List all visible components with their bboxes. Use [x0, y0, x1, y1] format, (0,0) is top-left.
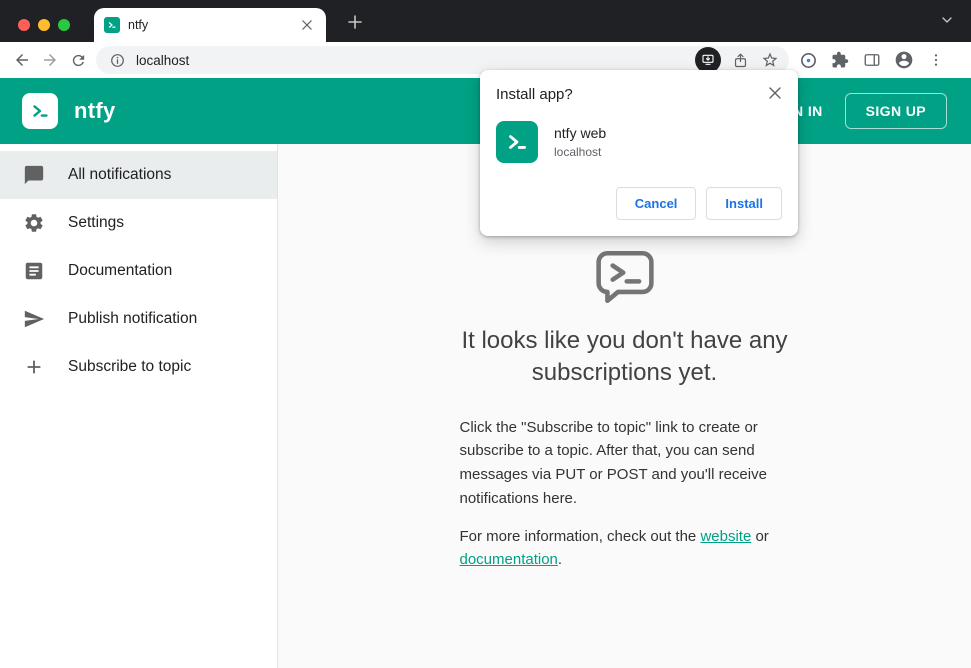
extensions-puzzle-icon[interactable]: [829, 49, 851, 71]
sidebar-item-all-notifications[interactable]: All notifications: [0, 151, 277, 199]
close-window-button[interactable]: [18, 19, 30, 31]
chat-icon: [22, 163, 46, 187]
documentation-link[interactable]: documentation: [460, 551, 558, 568]
sidebar-item-settings[interactable]: Settings: [0, 199, 277, 247]
empty-state-logo-icon: [593, 248, 657, 311]
send-icon: [22, 307, 46, 331]
gear-icon: [22, 211, 46, 235]
tab-close-icon[interactable]: [298, 16, 316, 34]
more-info-prefix: For more information, check out the: [459, 527, 701, 545]
sidebar-item-documentation[interactable]: Documentation: [0, 247, 277, 295]
dialog-app-name: ntfy web: [554, 125, 607, 141]
profile-avatar[interactable]: [893, 49, 915, 71]
browser-menu-kebab-icon[interactable]: [925, 49, 947, 71]
tab-title: ntfy: [128, 18, 149, 32]
dialog-close-icon[interactable]: [765, 83, 785, 103]
bookmark-star-icon[interactable]: [759, 49, 781, 71]
dialog-app-info: ntfy web localhost: [554, 125, 606, 159]
empty-state-help-text: Click the "Subscribe to topic" link to c…: [459, 418, 767, 507]
forward-button[interactable]: [36, 46, 64, 74]
dialog-app-origin: localhost: [554, 145, 602, 159]
sidebar-item-label: Publish notification: [68, 310, 198, 327]
browser-tab[interactable]: ntfy: [94, 8, 326, 42]
url-text: localhost: [136, 52, 190, 68]
window-controls: [18, 19, 70, 31]
site-info-icon[interactable]: [106, 49, 128, 71]
app-title: ntfy: [74, 98, 116, 123]
reload-button[interactable]: [64, 46, 92, 74]
tab-strip: ntfy: [0, 0, 971, 42]
sidebar: All notifications Settings Documentation…: [0, 144, 278, 668]
sign-up-button[interactable]: SIGN UP: [844, 93, 947, 129]
sidebar-item-publish-notification[interactable]: Publish notification: [0, 295, 277, 343]
new-tab-button[interactable]: [344, 11, 366, 33]
article-icon: [22, 259, 46, 283]
install-button[interactable]: Install: [706, 187, 782, 220]
more-info-middle: or: [751, 527, 769, 545]
ntfy-app-icon: [496, 121, 538, 163]
dialog-app-row: ntfy web localhost: [496, 121, 782, 163]
plus-icon: [22, 355, 46, 379]
share-icon[interactable]: [729, 49, 751, 71]
empty-state-title: It looks like you don't have any subscri…: [461, 327, 788, 387]
sidebar-item-label: Settings: [68, 214, 125, 231]
minimize-window-button[interactable]: [38, 19, 50, 31]
empty-state-more-info: For more information, check out the webs…: [460, 525, 790, 572]
install-app-dialog: Install app? ntfy web localhost Cancel I…: [480, 70, 798, 236]
side-panel-icon[interactable]: [861, 49, 883, 71]
sidebar-item-label: All notifications: [68, 166, 172, 183]
fullscreen-window-button[interactable]: [58, 19, 70, 31]
sidebar-item-label: Subscribe to topic: [68, 358, 192, 375]
sidebar-item-subscribe-to-topic[interactable]: Subscribe to topic: [0, 343, 277, 391]
ntfy-logo-icon: [22, 93, 58, 129]
tab-list-chevron-icon[interactable]: [939, 12, 955, 33]
ntfy-favicon: [104, 17, 120, 33]
sidebar-item-label: Documentation: [68, 262, 173, 279]
more-info-suffix: .: [557, 551, 563, 569]
cancel-button[interactable]: Cancel: [615, 187, 697, 220]
back-button[interactable]: [8, 46, 36, 74]
dialog-actions: Cancel Install: [496, 187, 782, 220]
toolbar-right-icons: [797, 49, 947, 71]
dialog-title: Install app?: [496, 86, 573, 103]
extension-icon[interactable]: [797, 49, 819, 71]
website-link[interactable]: website: [700, 528, 751, 545]
